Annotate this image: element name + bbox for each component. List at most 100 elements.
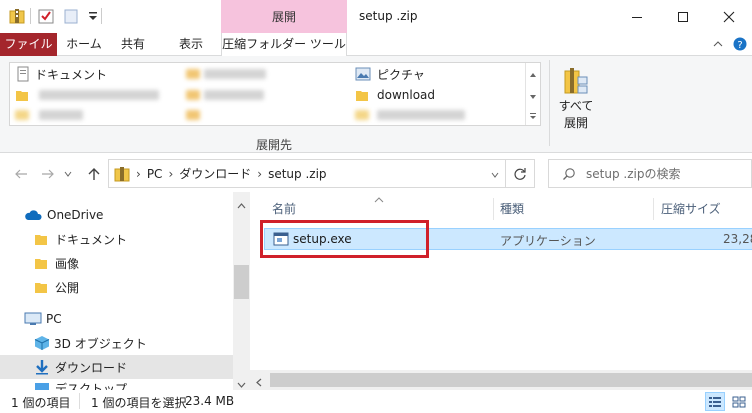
status-selected-size: 23.4 MB (185, 394, 235, 408)
minimize-icon (632, 16, 642, 18)
large-icons-view-button[interactable] (729, 392, 749, 411)
destination-documents-label: ドキュメント (35, 67, 108, 82)
refresh-button[interactable] (506, 159, 535, 188)
nav-item-pc[interactable]: PC (0, 307, 233, 331)
download-arrow-icon (36, 360, 48, 375)
destination-blurred[interactable] (355, 106, 465, 124)
nav-item-desktop[interactable]: デスクトップ (0, 379, 233, 390)
nav-item-documents[interactable]: ドキュメント (0, 227, 233, 251)
breadcrumb-separator-icon[interactable]: › (257, 167, 262, 181)
destination-blurred[interactable] (186, 86, 264, 104)
nav-item-downloads[interactable]: ダウンロード (0, 355, 233, 379)
nav-scrollbar[interactable] (233, 192, 250, 390)
destination-blurred[interactable] (186, 65, 266, 83)
close-icon (723, 11, 735, 22)
annotation-highlight-box (260, 220, 429, 258)
large-icons-view-icon (732, 396, 746, 407)
address-history-dropdown[interactable] (491, 167, 499, 181)
breadcrumb-setup-zip[interactable]: setup .zip (268, 167, 326, 181)
extract-all-label-line2: 展開 (563, 116, 588, 130)
context-tab-header: 展開 (221, 0, 347, 33)
back-button[interactable] (11, 164, 31, 184)
column-header-type[interactable]: 種類 (500, 200, 524, 217)
customize-qat-icon[interactable] (85, 8, 101, 24)
up-button[interactable] (84, 164, 104, 184)
tab-share[interactable]: 共有 (113, 33, 153, 56)
title-bar: 展開 setup .zip (0, 0, 752, 33)
column-separator[interactable] (653, 198, 654, 220)
file-list: 名前 種類 圧縮サイズ setup.exe アプリケーション 23,28 (250, 192, 752, 390)
nav-item-public[interactable]: 公開 (0, 275, 233, 299)
chevron-down-icon (491, 172, 499, 178)
nav-item-label: ダウンロード (55, 360, 128, 375)
extract-all-icon (564, 68, 588, 94)
zip-folder-icon (114, 166, 130, 181)
extract-all-button[interactable]: すべて 展開 (556, 62, 596, 142)
new-folder-icon[interactable] (63, 8, 79, 24)
scroll-down-icon[interactable] (237, 377, 246, 391)
tab-home[interactable]: ホーム (60, 33, 108, 56)
nav-item-label: ドキュメント (55, 232, 128, 247)
column-header-compressed-size[interactable]: 圧縮サイズ (661, 200, 721, 217)
computer-icon (24, 312, 42, 325)
file-size: 23,28 (723, 232, 752, 246)
tab-view[interactable]: 表示 (170, 33, 212, 56)
nav-item-3d-objects[interactable]: 3D オブジェクト (0, 331, 233, 355)
extract-all-label-line1: すべて (558, 99, 594, 113)
blurred-icon (186, 90, 200, 100)
destination-blurred[interactable] (15, 86, 159, 104)
destination-pictures[interactable]: ピクチャ (355, 65, 425, 83)
destination-download-label: download (377, 88, 436, 102)
status-item-count: 1 個の項目 (11, 396, 71, 410)
column-header-name[interactable]: 名前 (272, 200, 296, 217)
maximize-button[interactable] (660, 0, 706, 33)
gallery-up-icon[interactable] (529, 67, 537, 81)
nav-item-label: 公開 (55, 280, 80, 295)
breadcrumb-separator-icon[interactable]: › (136, 167, 141, 181)
cloud-icon (25, 210, 42, 220)
horizontal-scrollbar[interactable] (250, 370, 752, 390)
destination-documents[interactable]: ドキュメント (15, 65, 107, 83)
properties-checkmark-icon[interactable] (38, 8, 54, 24)
search-box[interactable]: setup .zipの検索 (548, 159, 752, 188)
nav-item-onedrive[interactable]: OneDrive (0, 203, 233, 227)
minimize-button[interactable] (614, 0, 660, 33)
up-arrow-icon (88, 168, 100, 180)
blurred-icon (15, 110, 29, 120)
scroll-up-icon[interactable] (237, 198, 246, 212)
destination-blurred[interactable] (186, 106, 200, 124)
back-arrow-icon (15, 169, 27, 179)
scroll-thumb[interactable] (270, 373, 752, 387)
folder-icon (16, 91, 28, 101)
gallery-down-icon[interactable] (529, 89, 537, 103)
ribbon-group-label: 展開先 (256, 138, 293, 152)
zip-folder-icon[interactable] (9, 8, 25, 24)
breadcrumb-pc[interactable]: PC (147, 167, 163, 181)
scroll-left-icon[interactable] (256, 376, 262, 390)
close-button[interactable] (706, 0, 752, 33)
blurred-label (377, 110, 465, 120)
collapse-ribbon-icon[interactable] (712, 38, 724, 50)
breadcrumb-downloads[interactable]: ダウンロード (179, 165, 251, 182)
destination-blurred[interactable] (15, 106, 83, 124)
help-icon[interactable]: ? (733, 37, 747, 51)
nav-item-images[interactable]: 画像 (0, 251, 233, 275)
scroll-thumb[interactable] (234, 265, 249, 299)
address-row: › PC › ダウンロード › setup .zip setup .zipの検索 (0, 154, 752, 192)
forward-button[interactable] (38, 164, 58, 184)
ribbon-tab-bar: ファイル ホーム 共有 表示 圧縮フォルダー ツール ? (0, 33, 752, 56)
destination-download[interactable]: download (355, 86, 435, 104)
blurred-icon (186, 69, 200, 79)
breadcrumb-separator-icon[interactable]: › (168, 167, 173, 181)
details-view-icon (709, 396, 721, 407)
tab-file[interactable]: ファイル (0, 33, 57, 56)
address-bar[interactable]: › PC › ダウンロード › setup .zip (108, 159, 506, 188)
column-separator[interactable] (493, 198, 494, 220)
status-divider (79, 393, 80, 409)
gallery-more-icon[interactable] (529, 109, 537, 123)
tab-compressed-folder-tools[interactable]: 圧縮フォルダー ツール (221, 33, 347, 56)
details-view-button[interactable] (705, 392, 725, 411)
recent-locations-button[interactable] (61, 164, 75, 184)
blurred-icon (355, 110, 369, 120)
sort-indicator-icon (374, 192, 384, 206)
